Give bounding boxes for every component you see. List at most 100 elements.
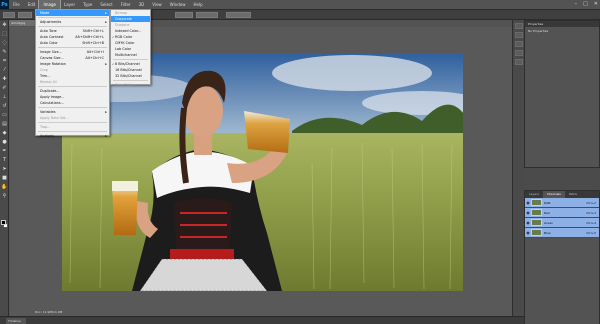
channel-row-rgb[interactable]: ◉ RGB Ctrl+2	[525, 198, 599, 208]
foreground-color-swatch[interactable]	[1, 220, 6, 225]
mode-menu-32-bits-channel[interactable]: 32 Bits/Channel	[111, 73, 150, 79]
lasso-icon[interactable]: ◌	[1, 40, 8, 47]
option-dropdown[interactable]	[226, 12, 251, 18]
timeline-panel: Timeline	[0, 316, 600, 324]
menu-item-label: Grayscale	[115, 17, 132, 21]
channel-thumbnail	[531, 209, 542, 216]
image-menu-adjustments[interactable]: Adjustments ▸	[36, 19, 109, 25]
menu-separator	[38, 17, 107, 18]
paragraph-panel-icon[interactable]	[515, 41, 523, 47]
menu-item-label: Trap...	[40, 125, 51, 129]
eraser-icon[interactable]: ▭	[1, 112, 8, 119]
menu-separator	[38, 107, 107, 108]
mode-menu-color-table: Color Table...	[111, 82, 150, 88]
menu-image[interactable]: Image	[38, 0, 61, 10]
menu-item-label: Indexed Color...	[115, 29, 142, 33]
menu-separator	[38, 122, 107, 123]
info-panel-icon[interactable]	[515, 32, 523, 38]
move-icon[interactable]: ✥	[1, 22, 8, 29]
menu-item-label: Reveal All	[40, 80, 57, 84]
status-bar: Doc: 11.9M/11.9M	[35, 310, 63, 314]
channel-shortcut: Ctrl+4	[586, 220, 596, 225]
timeline-tab[interactable]: Timeline	[6, 318, 26, 324]
menu-item-label: Image Size...	[40, 50, 62, 54]
image-menu-analysis[interactable]: Analysis ▸	[36, 133, 109, 139]
menu-filter[interactable]: Filter	[117, 0, 135, 9]
close-icon[interactable]: ✕	[594, 1, 598, 7]
pen-icon[interactable]: ✒	[1, 148, 8, 155]
path-select-icon[interactable]: ➤	[1, 166, 8, 173]
image-menu-mode[interactable]: Mode ▸	[36, 10, 109, 16]
right-panels: Properties No Properties Layers Channels P…	[524, 20, 600, 324]
history-panel-icon[interactable]	[515, 23, 523, 29]
channel-name: Red	[544, 210, 550, 215]
history-brush-icon[interactable]: ↺	[1, 103, 8, 110]
menu-item-label: 8 Bits/Channel	[115, 62, 140, 66]
menu-window[interactable]: Window	[166, 0, 190, 9]
channel-shortcut: Ctrl+5	[586, 230, 596, 235]
swatches-panel-icon[interactable]	[515, 59, 523, 65]
photo-image	[62, 53, 463, 291]
menu-layer[interactable]: Layer	[60, 0, 79, 9]
channel-thumbnail	[531, 219, 542, 226]
channel-thumbnail	[531, 199, 542, 206]
tab-paths[interactable]: Paths	[565, 191, 581, 198]
panel-icon-strip	[512, 20, 524, 316]
submenu-arrow-icon: ▸	[105, 11, 107, 15]
marquee-icon[interactable]: ⬚	[1, 31, 8, 38]
menu-item-label: Crop	[40, 68, 48, 72]
option-dropdown[interactable]	[196, 12, 218, 18]
channel-row-blue[interactable]: ◉ Blue Ctrl+5	[525, 228, 599, 238]
menu-separator	[113, 80, 148, 81]
shape-icon[interactable]: ■	[1, 175, 8, 182]
properties-empty-text: No Properties	[528, 29, 549, 33]
tool-preset-picker[interactable]	[3, 12, 15, 18]
quick-select-icon[interactable]: ✎	[1, 49, 8, 56]
menu-type[interactable]: Type	[79, 0, 96, 9]
menu-select[interactable]: Select	[96, 0, 116, 9]
image-menu-dropdown: Mode ▸ Adjustments ▸ Auto Tone Shift+Ctrl+L Au…	[35, 9, 110, 139]
auto-select-checkbox[interactable]	[18, 12, 32, 18]
gradient-icon[interactable]: ▤	[1, 121, 8, 128]
menu-item-label: CMYK Color	[115, 41, 135, 45]
menu-item-label: Multichannel	[115, 53, 137, 57]
menu-item-label: Apply Image...	[40, 95, 65, 99]
menu-help[interactable]: Help	[189, 0, 206, 9]
menu-edit[interactable]: Edit	[24, 0, 40, 9]
hand-icon[interactable]: ✋	[1, 184, 8, 191]
menu-item-label: Mode	[40, 11, 50, 15]
character-panel-icon[interactable]	[515, 50, 523, 56]
zoom-icon[interactable]: ⚲	[1, 193, 8, 200]
healing-icon[interactable]: ✚	[1, 76, 8, 83]
image-menu-auto-color[interactable]: Auto Color Shift+Ctrl+B	[36, 40, 109, 46]
menu-view[interactable]: View	[148, 0, 166, 9]
mode-menu-multichannel[interactable]: Multichannel	[111, 52, 150, 58]
brush-icon[interactable]: ✐	[1, 85, 8, 92]
photoshop-logo: Ps	[0, 0, 9, 9]
stamp-icon[interactable]: ⊥	[1, 94, 8, 101]
option-dropdown[interactable]	[175, 12, 193, 18]
crop-icon[interactable]: ⌗	[1, 58, 8, 65]
menu-item-label: Adjustments	[40, 20, 62, 24]
minimize-icon[interactable]: –	[575, 1, 578, 7]
menu-3d[interactable]: 3D	[135, 0, 149, 9]
menu-shortcut: Shift+Ctrl+B	[82, 41, 104, 45]
menu-separator	[38, 26, 107, 27]
menu-file[interactable]: File	[9, 0, 24, 9]
tab-channels[interactable]: Channels	[542, 191, 565, 198]
maximize-icon[interactable]: □	[583, 1, 588, 7]
document-photo[interactable]	[62, 53, 463, 291]
channel-row-green[interactable]: ◉ Green Ctrl+4	[525, 218, 599, 228]
menu-item-label: Image Rotation	[40, 62, 66, 66]
dodge-icon[interactable]: ●	[1, 139, 8, 146]
menu-separator	[38, 131, 107, 132]
channel-row-red[interactable]: ◉ Red Ctrl+3	[525, 208, 599, 218]
menu-item-label: 16 Bits/Channel	[115, 68, 142, 72]
eyedropper-icon[interactable]: ⁄	[1, 67, 8, 74]
blur-icon[interactable]: ◆	[1, 130, 8, 137]
tab-layers[interactable]: Layers	[525, 191, 543, 198]
image-menu-calculations[interactable]: Calculations...	[36, 100, 109, 106]
menu-item-label: Auto Color	[40, 41, 58, 45]
menu-item-label: Apply Data Set...	[40, 116, 69, 120]
type-icon[interactable]: T	[1, 157, 8, 164]
